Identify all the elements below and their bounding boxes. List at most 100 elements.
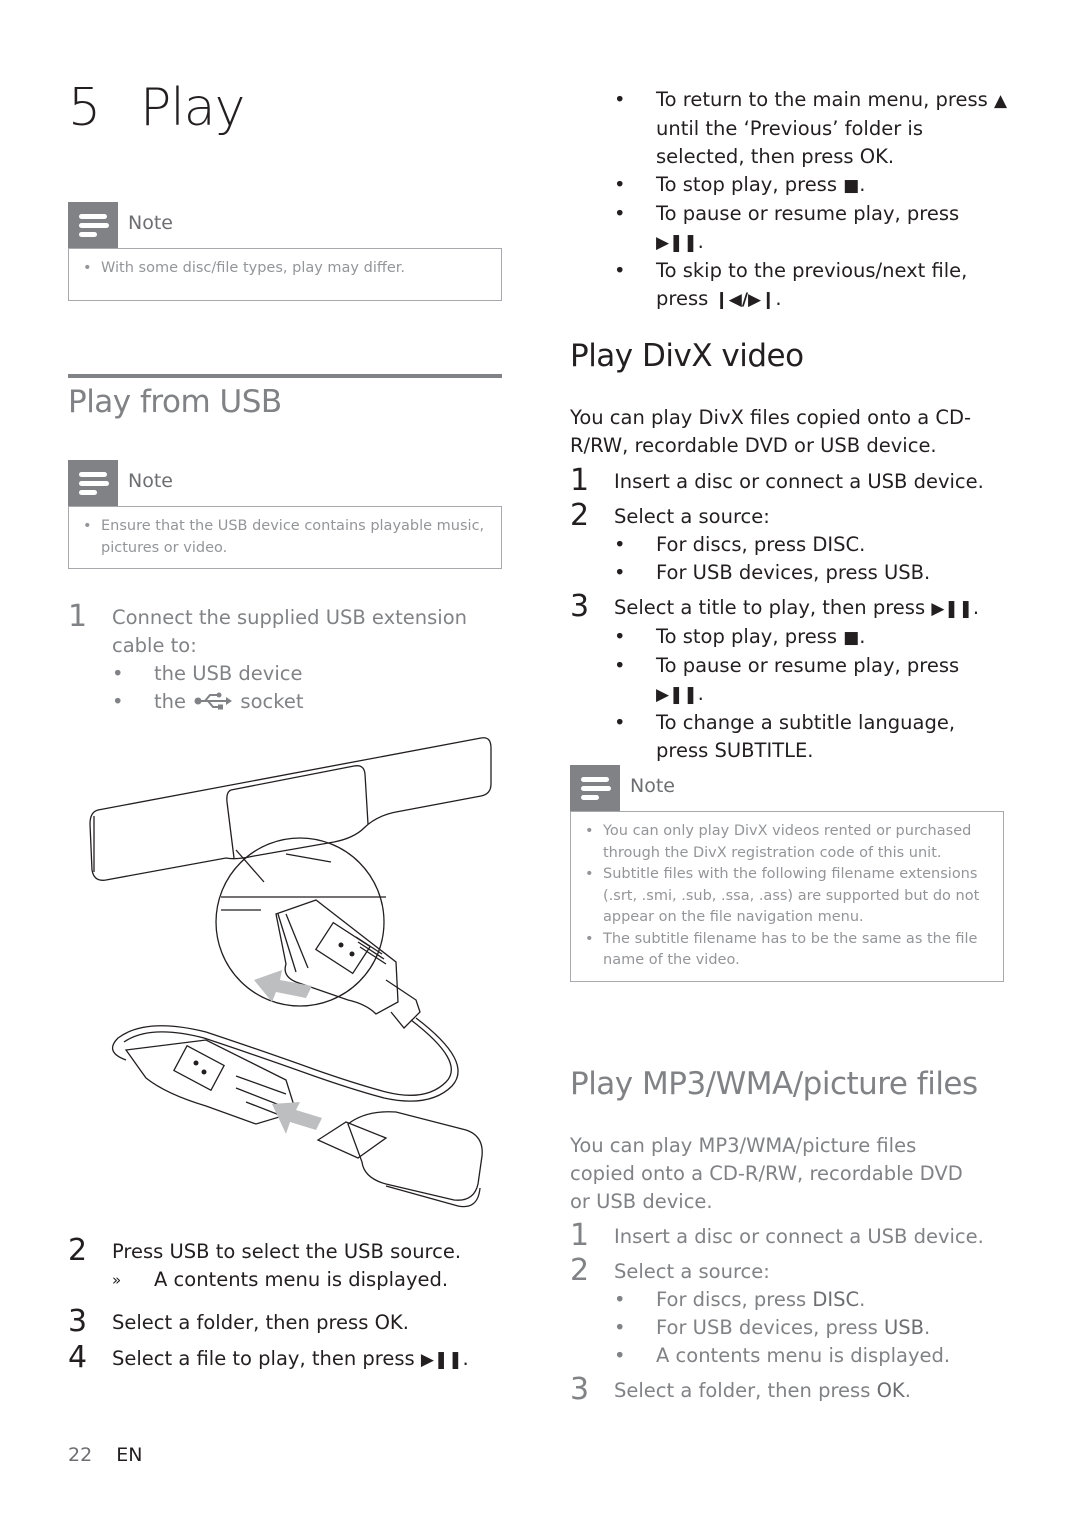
note-label: Note bbox=[128, 470, 173, 492]
bullet-text: To skip to the previous/next file, press bbox=[656, 259, 968, 310]
key-disc: DISC bbox=[812, 1288, 860, 1311]
note-label: Note bbox=[630, 775, 675, 797]
insert-arrow-icon bbox=[272, 1102, 322, 1134]
usb-symbol-icon bbox=[194, 692, 233, 710]
chapter-name: Play bbox=[140, 78, 245, 138]
mp3-step-3: 3 Select a folder, then press OK. bbox=[570, 1373, 1010, 1407]
page-footer: 22 EN bbox=[68, 1444, 142, 1466]
note-box: Ensure that the USB device contains play… bbox=[68, 506, 502, 569]
result-text: A contents menu is displayed. bbox=[154, 1268, 449, 1291]
note-icon bbox=[68, 202, 118, 248]
play-pause-icon: ▶❚❚ bbox=[420, 1350, 463, 1370]
note-header: Note bbox=[570, 765, 1004, 811]
step-text: to select the USB source. bbox=[215, 1240, 462, 1263]
usb-step-2: 2 Press USB to select the USB source. » A … bbox=[68, 1234, 508, 1294]
punct: . bbox=[697, 230, 704, 253]
result-marker: » bbox=[112, 1271, 122, 1289]
note-item: Subtitle files with the following filena… bbox=[585, 864, 991, 929]
bullet-text: To pause or resume play, press bbox=[656, 654, 960, 677]
bullet-text: For discs, press bbox=[656, 533, 807, 556]
section-title-usb: Play from USB bbox=[68, 384, 282, 420]
bullet-text: For discs, press bbox=[656, 1288, 807, 1311]
play-pause-icon: ▶❚❚ bbox=[656, 233, 698, 253]
key-subtitle: SUBTITLE bbox=[714, 739, 808, 762]
bullet-text: To pause or resume play, press bbox=[656, 202, 960, 225]
mp3-intro: You can play MP3/WMA/picture files copie… bbox=[570, 1134, 963, 1213]
usb-step-1: 1 Connect the supplied USB extension cabl… bbox=[68, 599, 467, 714]
navigation-bullets: • To return to the main menu, press ▲ unt… bbox=[614, 88, 1008, 310]
note-label: Note bbox=[128, 212, 173, 234]
usb-note: Note Ensure that the USB device contains… bbox=[68, 460, 502, 569]
stop-icon: ■ bbox=[843, 176, 860, 196]
punct: . bbox=[924, 561, 931, 584]
mp3-step-1: 1 Insert a disc or connect a USB device. bbox=[570, 1219, 1010, 1253]
step-number: 3 bbox=[570, 1372, 590, 1407]
key-usb: USB bbox=[884, 561, 925, 584]
bullet-text: To stop play, press bbox=[656, 625, 838, 648]
punct: . bbox=[859, 173, 866, 196]
key-usb: USB bbox=[169, 1240, 210, 1263]
mp3-steps: 1 Insert a disc or connect a USB device. … bbox=[570, 1219, 1010, 1407]
bullet-text: To return to the main menu, press bbox=[656, 88, 988, 111]
bullet-text: the bbox=[154, 690, 187, 713]
divx-steps: 1 Insert a disc or connect a USB device. … bbox=[570, 464, 1010, 765]
step-number: 2 bbox=[68, 1233, 88, 1268]
step-text: Select a file to play, then press bbox=[112, 1347, 415, 1370]
step-text: Select a folder, then press bbox=[614, 1379, 871, 1402]
divx-step-1: 1 Insert a disc or connect a USB device. bbox=[570, 464, 1010, 498]
step-text: Select a folder, then press bbox=[112, 1311, 369, 1334]
chapter-title: 5 Play bbox=[68, 78, 245, 138]
punct: . bbox=[904, 1379, 911, 1402]
punct: . bbox=[775, 287, 782, 310]
key-ok: OK bbox=[859, 145, 888, 168]
play-pause-icon: ▶❚❚ bbox=[656, 685, 698, 705]
bullet-text: For USB devices, press bbox=[656, 561, 878, 584]
section-rule bbox=[68, 374, 502, 378]
usb-connection-illustration bbox=[89, 737, 492, 1208]
magnifier-circle bbox=[215, 837, 385, 1007]
step-number: 4 bbox=[68, 1340, 88, 1375]
soundbar-unit bbox=[89, 737, 492, 881]
note-header: Note bbox=[68, 202, 502, 248]
usb-step-3: 3 Select a folder, then press OK. bbox=[68, 1305, 508, 1339]
divx-step-3: 3 Select a title to play, then press ▶❚❚. bbox=[570, 590, 1010, 624]
note-item: You can only play DivX videos rented or … bbox=[585, 821, 991, 864]
punct: . bbox=[697, 682, 704, 705]
key-disc: DISC bbox=[812, 533, 860, 556]
step-number: 1 bbox=[570, 1218, 590, 1253]
step-number: 2 bbox=[570, 1253, 590, 1288]
language-code: EN bbox=[116, 1444, 143, 1466]
chapter-number: 5 bbox=[68, 78, 101, 138]
punct: . bbox=[972, 596, 980, 619]
bullet-text: For USB devices, press bbox=[656, 1316, 878, 1339]
up-arrow-icon: ▲ bbox=[994, 91, 1008, 111]
prev-next-icon: ❙◀/▶❙ bbox=[714, 290, 776, 310]
punct: . bbox=[859, 533, 866, 556]
mp3-step-2: 2 Select a source: bbox=[570, 1254, 1010, 1288]
step-text: Insert a disc or connect a USB device. bbox=[614, 1225, 984, 1248]
punct: . bbox=[924, 1316, 931, 1339]
punct: . bbox=[887, 145, 895, 168]
step-number: 3 bbox=[68, 1304, 88, 1339]
step-number: 3 bbox=[570, 589, 590, 624]
usb-step-4: 4 Select a file to play, then press ▶❚❚. bbox=[68, 1341, 508, 1375]
intro-note: Note With some disc/file types, play may… bbox=[68, 202, 502, 301]
stop-icon: ■ bbox=[843, 628, 860, 648]
step-number: 1 bbox=[570, 463, 590, 498]
key-usb: USB bbox=[884, 1316, 925, 1339]
note-header: Note bbox=[68, 460, 502, 506]
key-ok: OK bbox=[374, 1311, 403, 1334]
divx-step-2: 2 Select a source: bbox=[570, 499, 1010, 533]
step-text: Insert a disc or connect a USB device. bbox=[614, 470, 984, 493]
step-number: 1 bbox=[68, 599, 88, 634]
note-item: With some disc/file types, play may diff… bbox=[83, 258, 489, 280]
note-item: Ensure that the USB device contains play… bbox=[83, 516, 489, 559]
punct: . bbox=[807, 739, 814, 762]
bullet-text: To stop play, press bbox=[656, 173, 838, 196]
usb-flash-drive bbox=[316, 1121, 388, 1159]
punct: . bbox=[859, 1288, 866, 1311]
divx-intro: You can play DivX files copied onto a CD… bbox=[570, 406, 972, 457]
section-title-mp3: Play MP3/WMA/picture files bbox=[570, 1066, 978, 1102]
bullet-text: socket bbox=[240, 690, 304, 713]
step-text: Select a title to play, then press bbox=[614, 596, 926, 619]
